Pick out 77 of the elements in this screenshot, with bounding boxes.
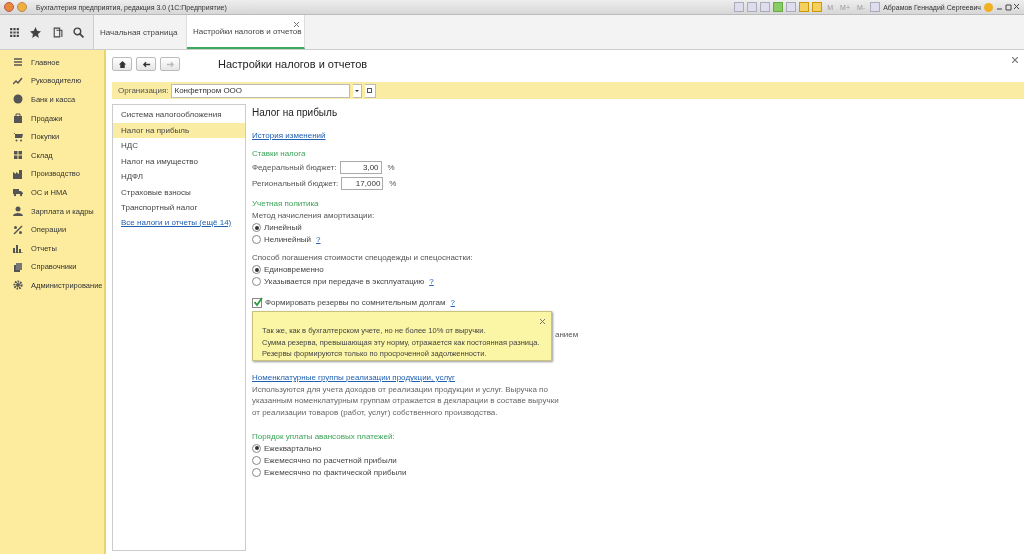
list-icon — [13, 57, 23, 68]
coin-icon — [13, 94, 23, 105]
help-link[interactable]: ? — [316, 235, 321, 244]
app-logo-icon[interactable] — [4, 2, 14, 12]
field-label: Региональный бюджет: — [252, 179, 339, 188]
radio-button[interactable] — [252, 455, 261, 465]
radio-button[interactable] — [252, 265, 261, 274]
option-label: Единовременно — [264, 265, 324, 274]
all-taxes-link[interactable]: Все налоги и отчеты (ещё 14) — [113, 217, 245, 227]
group-heading: Порядок уплаты авансовых платежей: — [252, 431, 395, 441]
checkbox[interactable] — [252, 297, 262, 308]
field-label: Организация: — [118, 86, 169, 95]
search-icon[interactable] — [72, 26, 84, 38]
history-link[interactable]: История изменений — [252, 131, 326, 140]
cart-icon — [13, 131, 23, 142]
caret-icon — [354, 87, 361, 94]
organization-field[interactable]: Конфетпром ООО — [171, 83, 351, 98]
section-item[interactable]: Налог на прибыль — [113, 122, 245, 138]
back-button[interactable] — [136, 57, 156, 71]
grid-icon — [13, 150, 23, 161]
books-icon — [13, 261, 23, 272]
gear-icon — [13, 280, 23, 291]
checkbox-label: Формировать резервы по сомнительным долгам — [265, 298, 446, 307]
section-title: Налог на прибыль — [252, 107, 338, 118]
option-label: Ежеквартально — [264, 443, 322, 453]
rate-field[interactable]: 3,00 — [339, 161, 382, 174]
help-link[interactable]: ? — [429, 277, 434, 286]
section-item[interactable]: Транспортный налог — [113, 200, 245, 216]
trend-icon — [13, 75, 23, 86]
note-text: Используются для учета доходов от реализации продукции и услуг. Выручка по указанным номенклатурным группам отражается в декларации в составе выручки от реализации товаров (работ, услуг) собственного производства. — [252, 384, 560, 418]
option-label: Нелинейный — [264, 235, 312, 244]
unit-label: % — [387, 163, 395, 172]
close-icon[interactable] — [294, 22, 299, 27]
history-icon[interactable] — [51, 26, 63, 38]
option-label: Линейный — [264, 223, 302, 232]
rate-field[interactable]: 17,000 — [341, 177, 384, 190]
section-item[interactable]: Страховые взносы — [113, 184, 245, 200]
item-groups-link[interactable]: Номенклатурные группы реализации продукции, услуг — [252, 373, 456, 382]
form-title: Настройки налогов и отчетов — [218, 58, 368, 70]
person-icon — [13, 206, 23, 217]
unit-label: % — [389, 179, 397, 188]
open-button[interactable] — [365, 83, 377, 98]
factory-icon — [13, 168, 23, 179]
group-heading: Учетная политика — [252, 199, 319, 208]
field-label: Метод начисления амортизации: — [252, 211, 375, 220]
home-icon — [117, 59, 127, 69]
star-icon[interactable] — [30, 26, 42, 38]
option-label: Указывается при передаче в эксплуатацию — [264, 277, 425, 286]
radio-button[interactable] — [252, 223, 261, 232]
left-arrow-icon — [141, 59, 151, 69]
percent-icon — [13, 224, 23, 235]
tab[interactable]: Настройки налогов и отчетов — [187, 15, 305, 49]
option-label: Ежемесячно по фактической прибыли — [264, 467, 407, 477]
field-label: Способ погашения стоимости спецодежды и спецоснастки: — [252, 253, 473, 262]
bag-icon — [13, 113, 23, 124]
apps-grid-icon[interactable] — [9, 26, 21, 38]
radio-button[interactable] — [252, 235, 261, 244]
text-fragment: анием — [555, 330, 579, 339]
truck-icon — [13, 187, 23, 198]
section-item[interactable]: Система налогообложения — [113, 107, 245, 123]
right-arrow-icon — [165, 59, 175, 69]
bar-chart-icon — [13, 243, 23, 254]
radio-button[interactable] — [252, 467, 261, 477]
section-item[interactable]: НДФЛ — [113, 169, 245, 185]
option-label: Ежемесячно по расчетной прибыли — [264, 455, 397, 465]
close-icon[interactable] — [540, 319, 545, 324]
open-icon — [367, 87, 374, 94]
field-label: Федеральный бюджет: — [252, 163, 337, 172]
section-item[interactable]: Налог на имущество — [113, 153, 245, 169]
home-button[interactable] — [112, 57, 132, 71]
help-link[interactable]: ? — [450, 298, 455, 307]
radio-button[interactable] — [252, 443, 261, 453]
window-controls-icon[interactable] — [996, 3, 1020, 11]
section-item[interactable]: НДС — [113, 138, 245, 154]
close-icon[interactable] — [1012, 57, 1018, 63]
group-heading: Ставки налога — [252, 149, 306, 158]
radio-button[interactable] — [252, 277, 261, 286]
